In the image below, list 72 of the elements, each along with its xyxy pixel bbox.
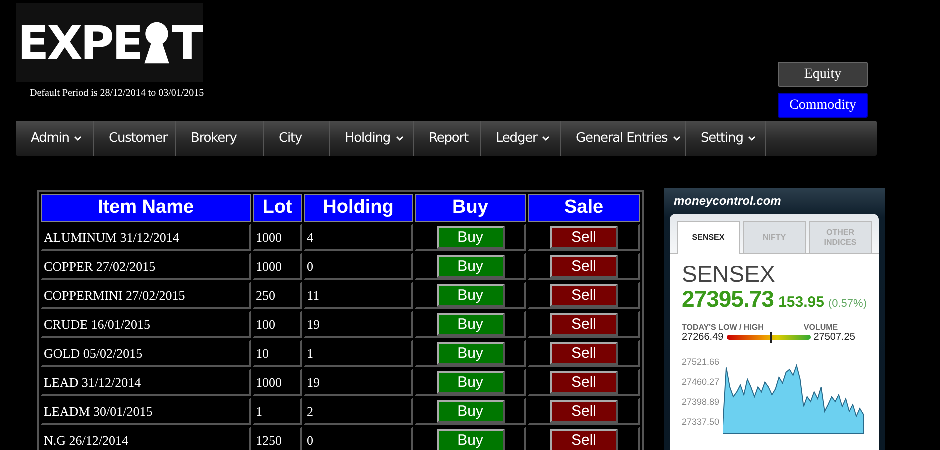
buy-button[interactable]: Buy — [436, 400, 504, 423]
sell-button[interactable]: Sell — [550, 255, 618, 278]
column-header: Sale — [528, 194, 640, 222]
menu-item[interactable]: General Entries — [561, 121, 686, 156]
axis-label: 27460.27 — [682, 377, 720, 387]
segment-button[interactable]: Equity — [778, 62, 868, 87]
sell-button[interactable]: Sell — [550, 429, 618, 450]
table-cell: ALUMINUM 31/12/2014 — [41, 224, 251, 251]
sell-button[interactable]: Sell — [550, 342, 618, 365]
menu-item[interactable]: Brokery — [176, 121, 264, 156]
menu-item[interactable]: Ledger — [481, 121, 561, 156]
sell-button[interactable]: Sell — [550, 284, 618, 307]
index-tab[interactable]: SENSEX — [677, 221, 740, 254]
high-value: 27507.25 — [814, 332, 856, 343]
menu-item[interactable]: Customer — [94, 121, 176, 156]
axis-label: 27337.50 — [682, 417, 720, 427]
table-cell: 11 — [304, 282, 413, 309]
index-name: SENSEX — [682, 262, 776, 286]
table-cell: 1000 — [253, 369, 302, 396]
buy-button[interactable]: Buy — [436, 226, 504, 249]
table-cell: 1000 — [253, 253, 302, 280]
column-header: Holding — [304, 194, 413, 222]
sell-button[interactable]: Sell — [550, 226, 618, 249]
table-cell: LEADM 30/01/2015 — [41, 398, 251, 425]
buy-button[interactable]: Buy — [436, 342, 504, 365]
table-cell: N.G 26/12/2014 — [41, 427, 251, 450]
default-period-text: Default Period is 28/12/2014 to 03/01/2015 — [30, 88, 204, 99]
segment-button[interactable]: Commodity — [778, 93, 868, 118]
range-label: TODAY'S LOW / HIGH — [682, 323, 764, 332]
change-value: 153.95 — [778, 294, 824, 311]
menu-item[interactable]: Holding — [330, 121, 414, 156]
table-cell: 100 — [253, 311, 302, 338]
table-cell: COPPER 27/02/2015 — [41, 253, 251, 280]
axis-label: 27521.66 — [682, 357, 720, 367]
keyhole-icon — [142, 20, 171, 64]
change-percent: (0.57%) — [828, 298, 867, 310]
low-value: 27266.49 — [682, 332, 724, 343]
logo-text: EXPE — [18, 16, 142, 70]
table-cell: 10 — [253, 340, 302, 367]
buy-button[interactable]: Buy — [436, 255, 504, 278]
table-cell: 19 — [304, 369, 413, 396]
table-cell: LEAD 31/12/2014 — [41, 369, 251, 396]
sell-button[interactable]: Sell — [550, 371, 618, 394]
table-cell: CRUDE 16/01/2015 — [41, 311, 251, 338]
logo-text: T — [172, 16, 202, 70]
table-cell: 250 — [253, 282, 302, 309]
table-cell: 4 — [304, 224, 413, 251]
sell-button[interactable]: Sell — [550, 313, 618, 336]
axis-label: 27398.89 — [682, 397, 720, 407]
table-cell: COPPERMINI 27/02/2015 — [41, 282, 251, 309]
table-cell: GOLD 05/02/2015 — [41, 340, 251, 367]
table-cell: 19 — [304, 311, 413, 338]
table-cell: 2 — [304, 398, 413, 425]
table-cell: 0 — [304, 253, 413, 280]
buy-button[interactable]: Buy — [436, 371, 504, 394]
column-header: Buy — [415, 194, 526, 222]
table-cell: 1000 — [253, 224, 302, 251]
menu-item[interactable]: City — [264, 121, 330, 156]
sell-button[interactable]: Sell — [550, 400, 618, 423]
table-cell: 1 — [253, 398, 302, 425]
buy-button[interactable]: Buy — [436, 313, 504, 336]
buy-button[interactable]: Buy — [436, 429, 504, 450]
table-cell: 1 — [304, 340, 413, 367]
menu-item[interactable]: Admin — [16, 121, 94, 156]
column-header: Lot — [253, 194, 302, 222]
volume-label: VOLUME — [804, 323, 838, 332]
menu-item[interactable]: Report — [414, 121, 481, 156]
column-header: Item Name — [41, 194, 251, 222]
brand-text: moneycontrol.com — [673, 193, 782, 210]
buy-button[interactable]: Buy — [436, 284, 504, 307]
menu-item[interactable]: Setting — [686, 121, 766, 156]
index-value: 27395.73 — [682, 286, 774, 313]
